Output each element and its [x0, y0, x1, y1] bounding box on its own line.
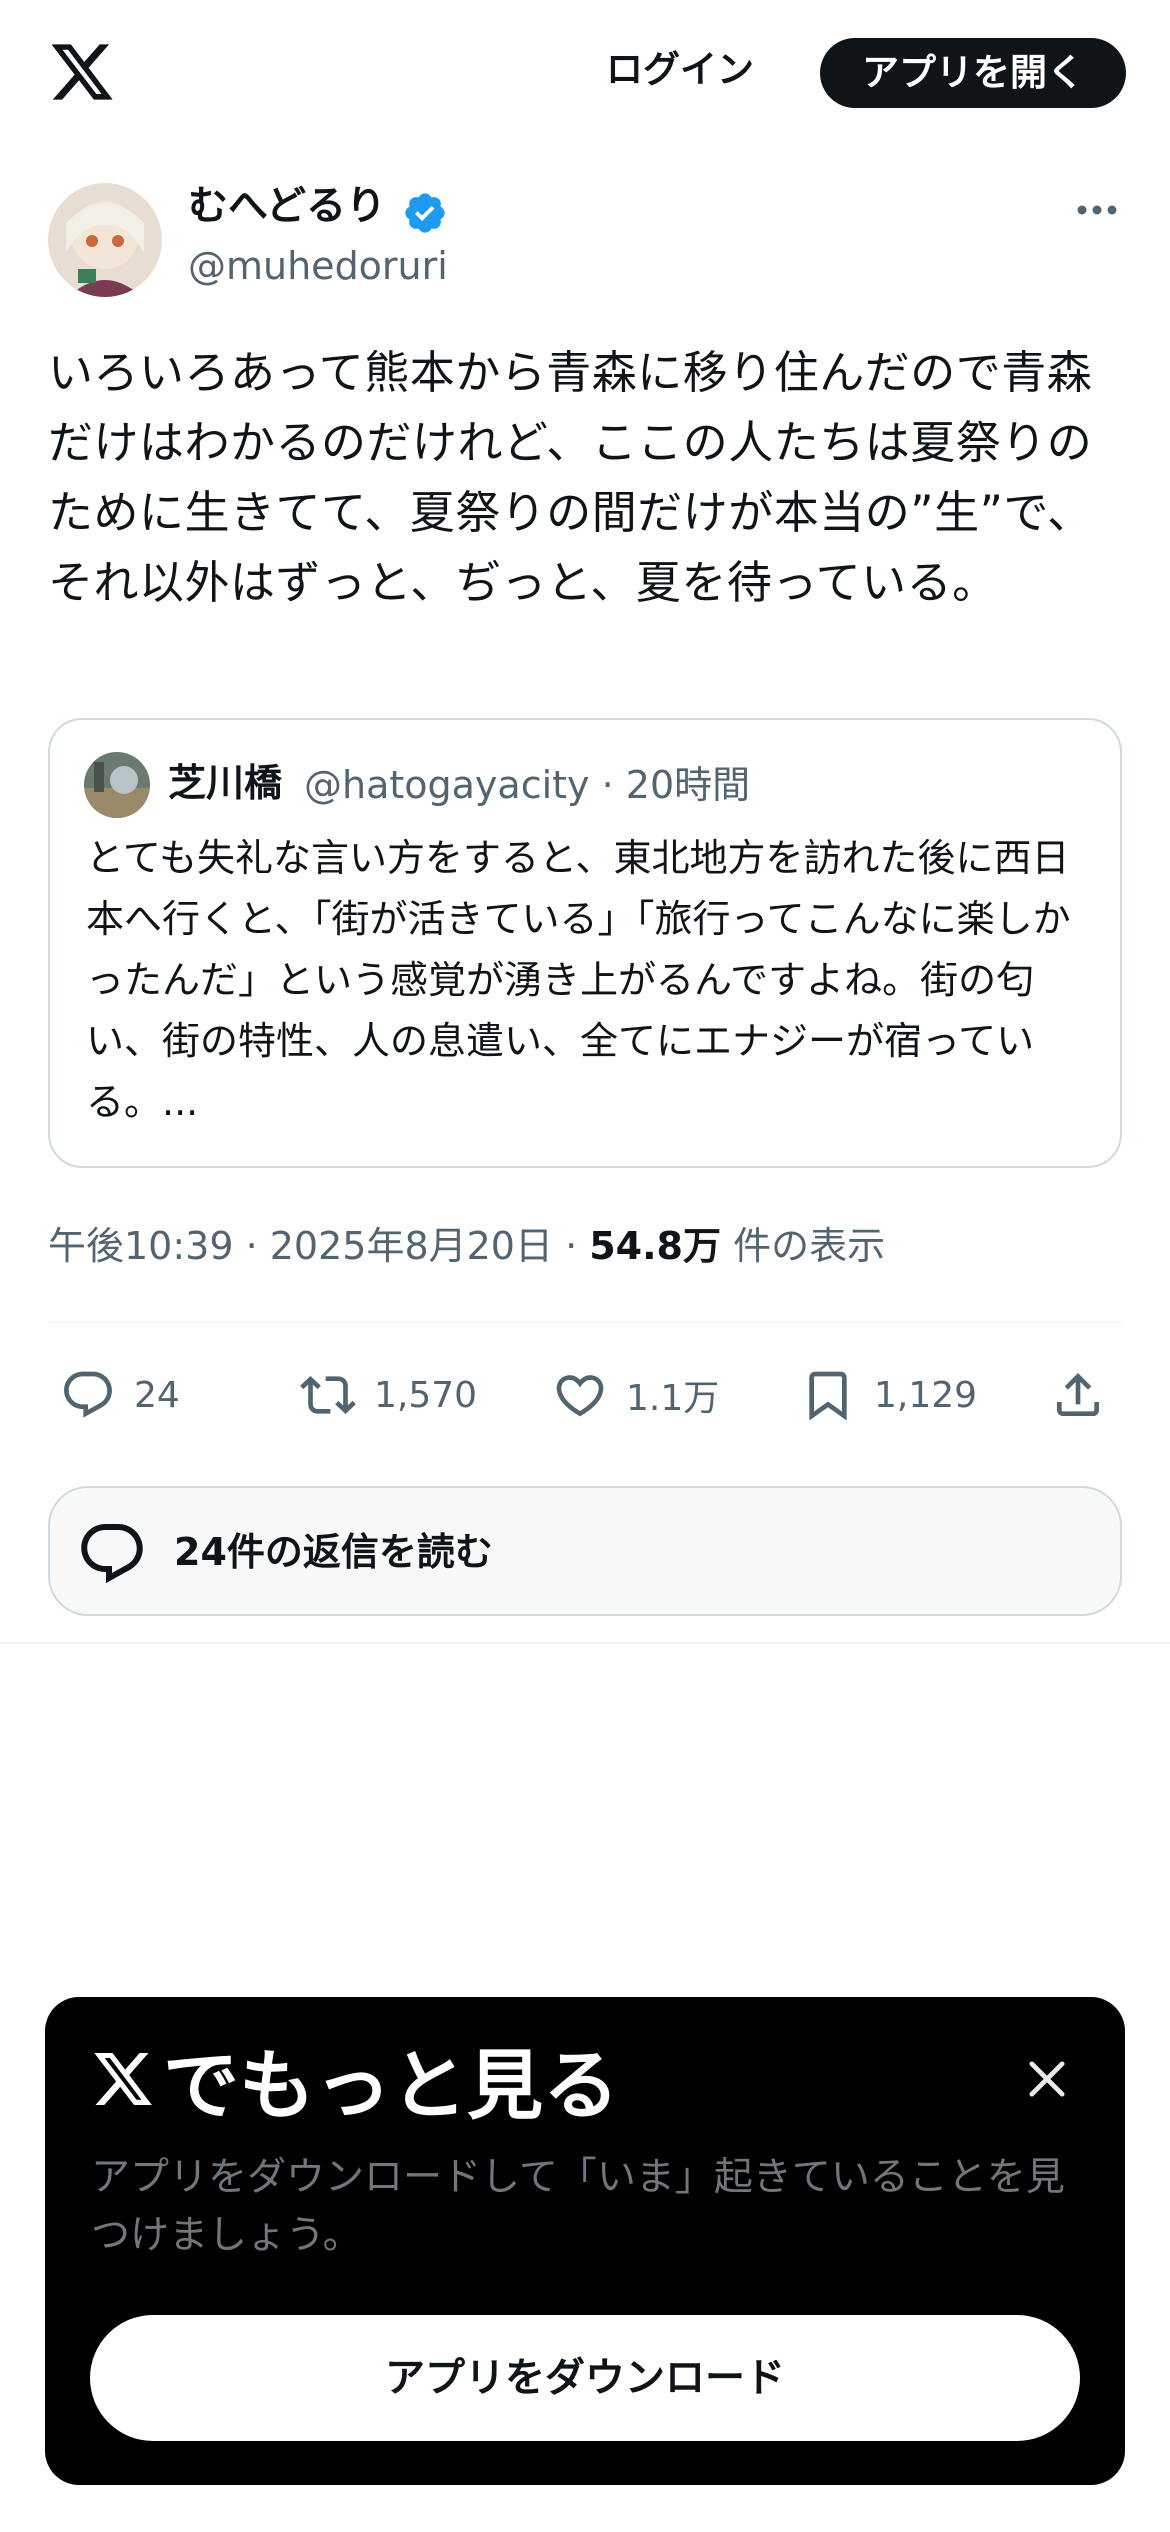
view-count-label: 件の表示: [721, 1224, 886, 1268]
speech-bubble-icon: [81, 1524, 143, 1584]
read-replies-label: 24件の返信を読む: [174, 1530, 493, 1574]
quoted-tweet[interactable]: 芝川橋 @hatogayacity · 20時間 とても失礼な言い方をすると、東…: [48, 718, 1122, 1168]
share-button[interactable]: [1050, 1360, 1124, 1430]
login-link[interactable]: ログイン: [600, 40, 760, 100]
reply-icon: [64, 1371, 112, 1418]
verified-badge-icon: [405, 193, 445, 233]
x-logo-icon: [94, 2053, 152, 2105]
section-divider: [0, 1642, 1170, 1644]
tweet-page: ログイン アプリを開く むへどるり @muhedoruri いろいろあって熊本か…: [0, 0, 1170, 2532]
view-count: 54.8万: [589, 1224, 721, 1268]
author-name[interactable]: むへどるり: [188, 180, 386, 232]
bookmark-icon: [809, 1371, 847, 1421]
heart-icon: [556, 1375, 604, 1417]
repost-icon: [300, 1376, 356, 1414]
more-options-icon[interactable]: [1072, 190, 1122, 230]
top-bar: ログイン アプリを開く: [0, 0, 1170, 145]
quoted-author-name: 芝川橋: [168, 761, 283, 805]
repost-count: 1,570: [374, 1374, 478, 1416]
quoted-author-handle: @hatogayacity · 20時間: [304, 763, 751, 807]
promo-title-text: でもっと見る: [163, 2041, 619, 2130]
quoted-tweet-text: とても失礼な言い方をすると、東北地方を訪れた後に西日本へ行くと、「街が活きている…: [86, 836, 1071, 1124]
app-promo-sheet: でもっと見る アプリをダウンロードして「いま」起きていることを見つけましょう。 …: [45, 1997, 1125, 2485]
tweet-meta: 午後10:39 · 2025年8月20日 · 54.8万 件の表示: [48, 1218, 885, 1274]
repost-button[interactable]: 1,570: [300, 1360, 477, 1430]
author-handle[interactable]: @muhedoruri: [188, 240, 448, 292]
promo-description: アプリをダウンロードして「いま」起きていることを見つけましょう。: [91, 2155, 1065, 2258]
download-app-button[interactable]: アプリをダウンロード: [90, 2315, 1080, 2441]
open-app-button[interactable]: アプリを開く: [820, 38, 1126, 108]
share-icon: [1057, 1373, 1099, 1416]
promo-title: でもっと見る: [91, 2029, 619, 2130]
reply-button[interactable]: 24: [60, 1360, 180, 1430]
divider: [48, 1322, 1122, 1323]
timestamp[interactable]: 午後10:39 · 2025年8月20日 ·: [48, 1224, 589, 1268]
bookmark-count: 1,129: [874, 1374, 978, 1416]
x-logo-icon[interactable]: [48, 38, 116, 106]
like-button[interactable]: 1.1万: [552, 1360, 719, 1430]
reply-count: 24: [134, 1374, 180, 1416]
close-icon[interactable]: [1021, 2053, 1073, 2105]
tweet-text: いろいろあって熊本から青森に移り住んだので青森だけはわかるのだけれど、ここの人た…: [48, 346, 1093, 609]
bookmark-button[interactable]: 1,129: [800, 1360, 977, 1430]
like-count: 1.1万: [626, 1378, 720, 1419]
read-replies-button[interactable]: 24件の返信を読む: [48, 1486, 1122, 1616]
quoted-author-avatar: [84, 752, 150, 818]
author-avatar[interactable]: [48, 183, 162, 297]
